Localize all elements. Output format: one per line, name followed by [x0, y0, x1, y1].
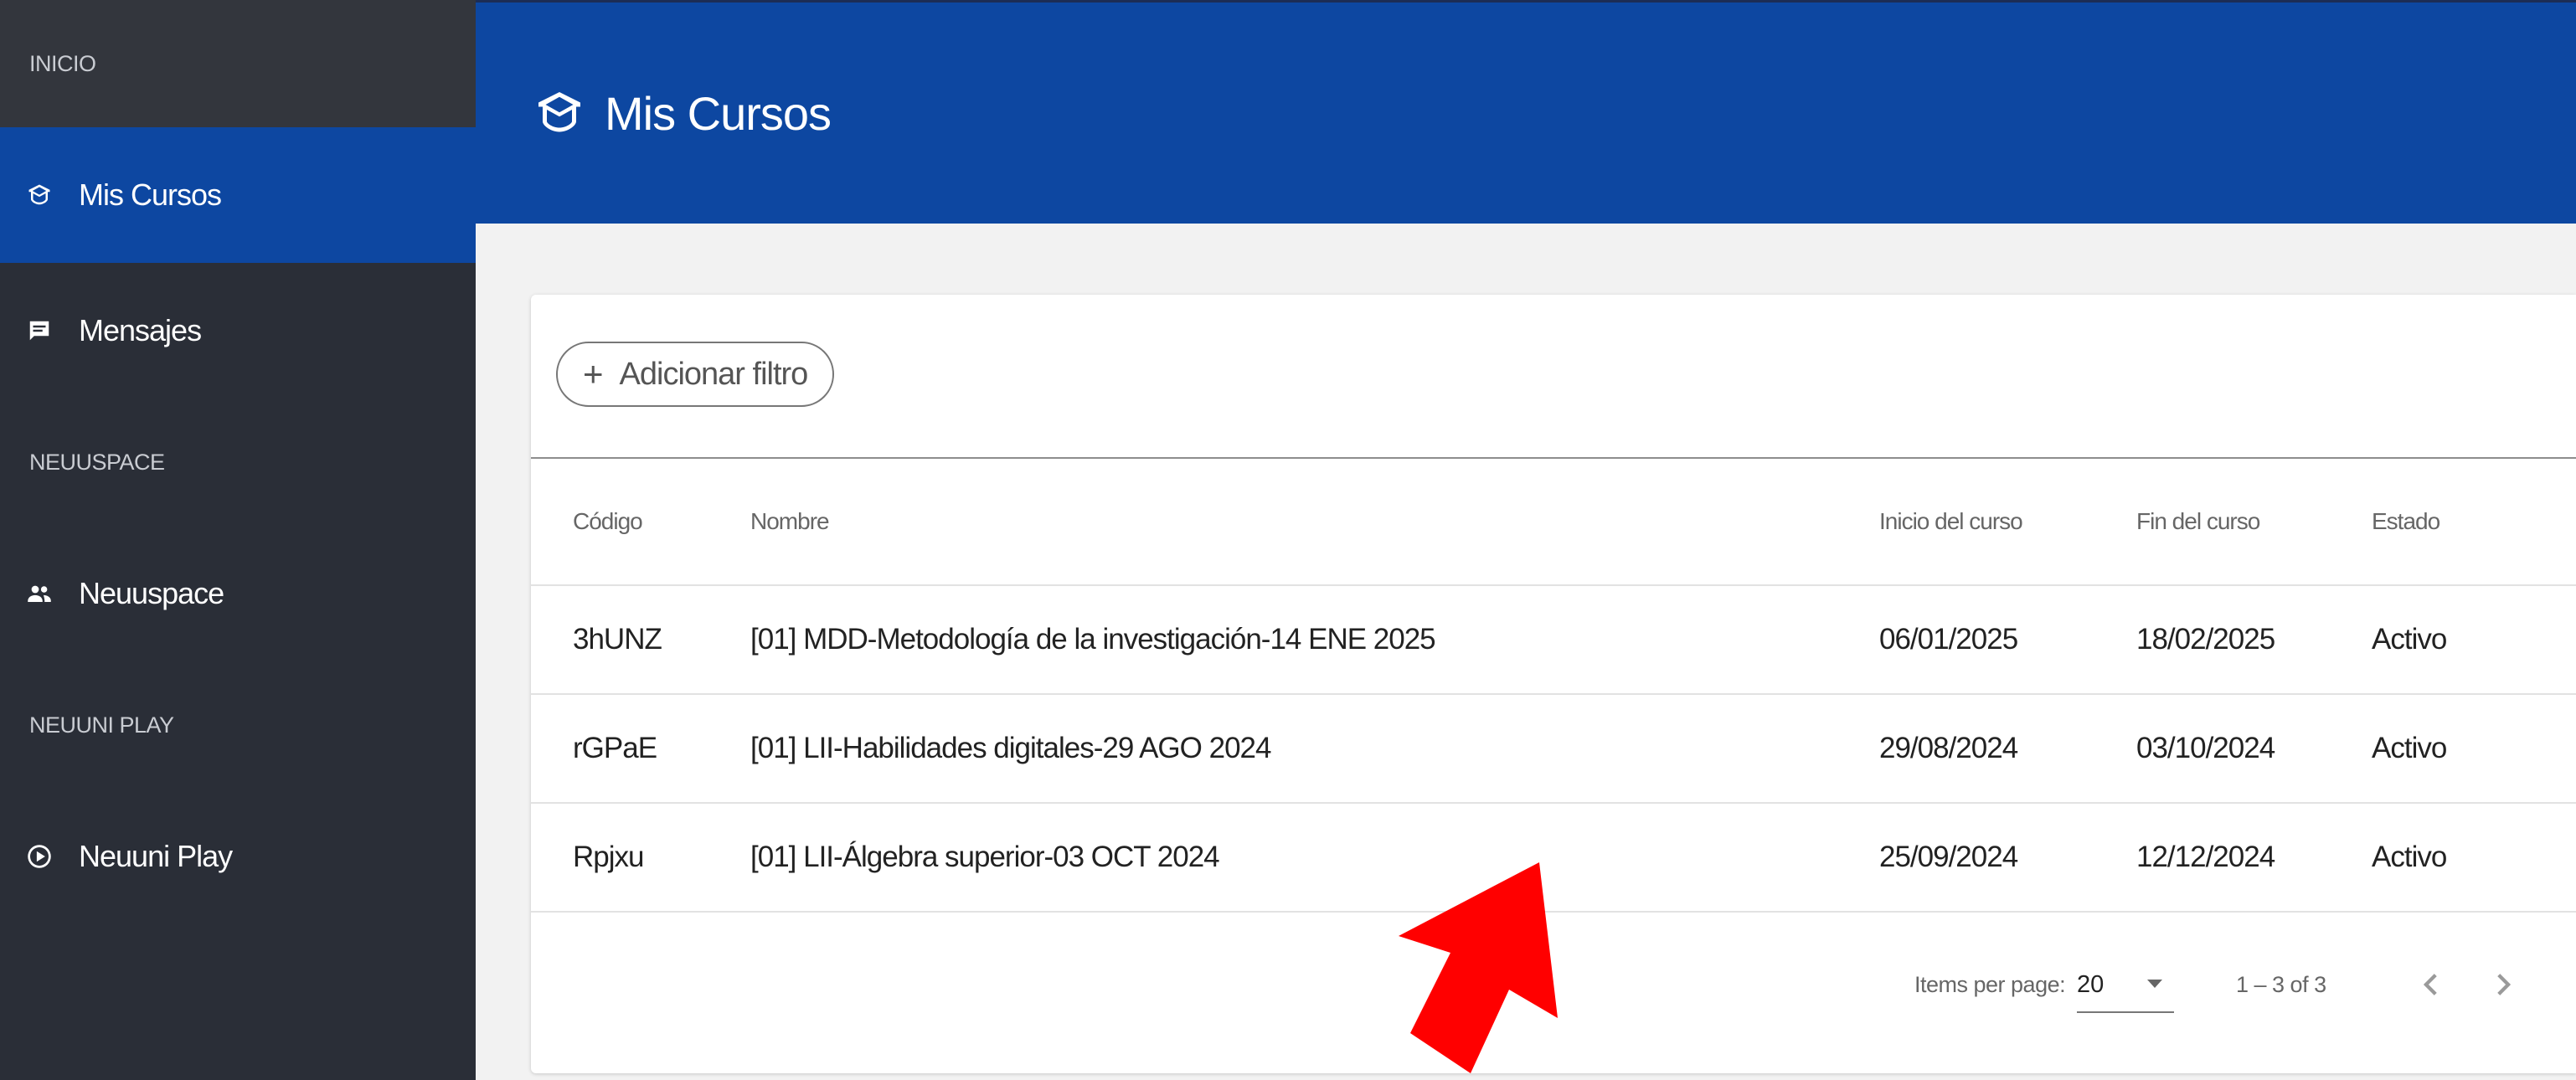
cell-codigo: rGPaE: [573, 732, 657, 764]
previous-page-button[interactable]: [2412, 964, 2452, 1005]
cell-fin: 12/12/2024: [2136, 841, 2275, 873]
sidebar-item-neuuspace[interactable]: Neuuspace: [0, 526, 476, 661]
courses-table: Código Nombre Inicio del curso Fin del c…: [531, 459, 2576, 913]
page-header: Mis Cursos: [476, 0, 2576, 224]
cell-fin: 18/02/2025: [2136, 623, 2275, 656]
plus-icon: +: [583, 354, 604, 393]
cell-estado: Activo: [2372, 732, 2447, 764]
cell-nombre: [01] LII-Álgebra superior-03 OCT 2024: [750, 841, 1220, 873]
play-globe-icon: [25, 842, 54, 871]
sidebar: INICIO Mis Cursos Mensajes NEUUSPACE Neu…: [0, 0, 476, 1080]
sidebar-item-label: Neuuspace: [79, 576, 224, 610]
message-icon: [25, 316, 54, 345]
cell-fin: 03/10/2024: [2136, 732, 2275, 764]
cell-inicio: 25/09/2024: [1879, 841, 2018, 873]
items-per-page-select[interactable]: 20: [2077, 958, 2174, 1013]
sidebar-item-label: Mis Cursos: [79, 177, 222, 212]
table-row[interactable]: 3hUNZ [01] MDD-Metodología de la investi…: [531, 586, 2576, 695]
next-page-button[interactable]: [2482, 964, 2522, 1005]
page-range-label: 1 – 3 of 3: [2236, 971, 2326, 997]
cell-inicio: 29/08/2024: [1879, 732, 2018, 764]
page-title: Mis Cursos: [605, 86, 832, 140]
sidebar-section-neuuspace: NEUUSPACE: [29, 449, 165, 475]
column-header-inicio[interactable]: Inicio del curso: [1879, 459, 2023, 584]
column-header-estado[interactable]: Estado: [2372, 459, 2440, 584]
graduation-cap-icon: [533, 86, 586, 140]
chevron-right-icon: [2497, 974, 2512, 995]
cell-codigo: Rpjxu: [573, 841, 644, 873]
sidebar-item-neuuni-play[interactable]: Neuuni Play: [0, 789, 476, 924]
cell-nombre: [01] MDD-Metodología de la investigación…: [750, 623, 1436, 656]
add-filter-button[interactable]: + Adicionar filtro: [556, 342, 835, 407]
cell-estado: Activo: [2372, 623, 2447, 656]
sidebar-item-mensajes[interactable]: Mensajes: [0, 263, 476, 399]
table-header-row: Código Nombre Inicio del curso Fin del c…: [531, 459, 2576, 586]
chevron-down-icon: [2147, 980, 2162, 988]
cell-codigo: 3hUNZ: [573, 623, 662, 656]
graduation-cap-icon: [25, 181, 54, 209]
column-header-fin[interactable]: Fin del curso: [2136, 459, 2260, 584]
cell-estado: Activo: [2372, 841, 2447, 873]
sidebar-item-label: Mensajes: [79, 313, 202, 347]
cell-nombre: [01] LII-Habilidades digitales-29 AGO 20…: [750, 732, 1271, 764]
sidebar-item-label: Neuuni Play: [79, 839, 233, 873]
red-arrow-annotation-icon: [1399, 862, 1558, 1073]
sidebar-section-inicio: INICIO: [0, 0, 476, 127]
cell-inicio: 06/01/2025: [1879, 623, 2018, 656]
column-header-nombre[interactable]: Nombre: [750, 459, 830, 584]
items-per-page-label: Items per page:: [1914, 971, 2066, 997]
add-filter-label: Adicionar filtro: [619, 356, 809, 392]
column-header-codigo[interactable]: Código: [573, 459, 643, 584]
table-row[interactable]: rGPaE [01] LII-Habilidades digitales-29 …: [531, 695, 2576, 804]
chevron-left-icon: [2423, 974, 2437, 995]
users-icon: [25, 579, 54, 608]
items-per-page-value: 20: [2077, 970, 2105, 998]
sidebar-section-neuuni-play: NEUUNI PLAY: [29, 712, 174, 738]
sidebar-item-mis-cursos[interactable]: Mis Cursos: [0, 127, 476, 263]
